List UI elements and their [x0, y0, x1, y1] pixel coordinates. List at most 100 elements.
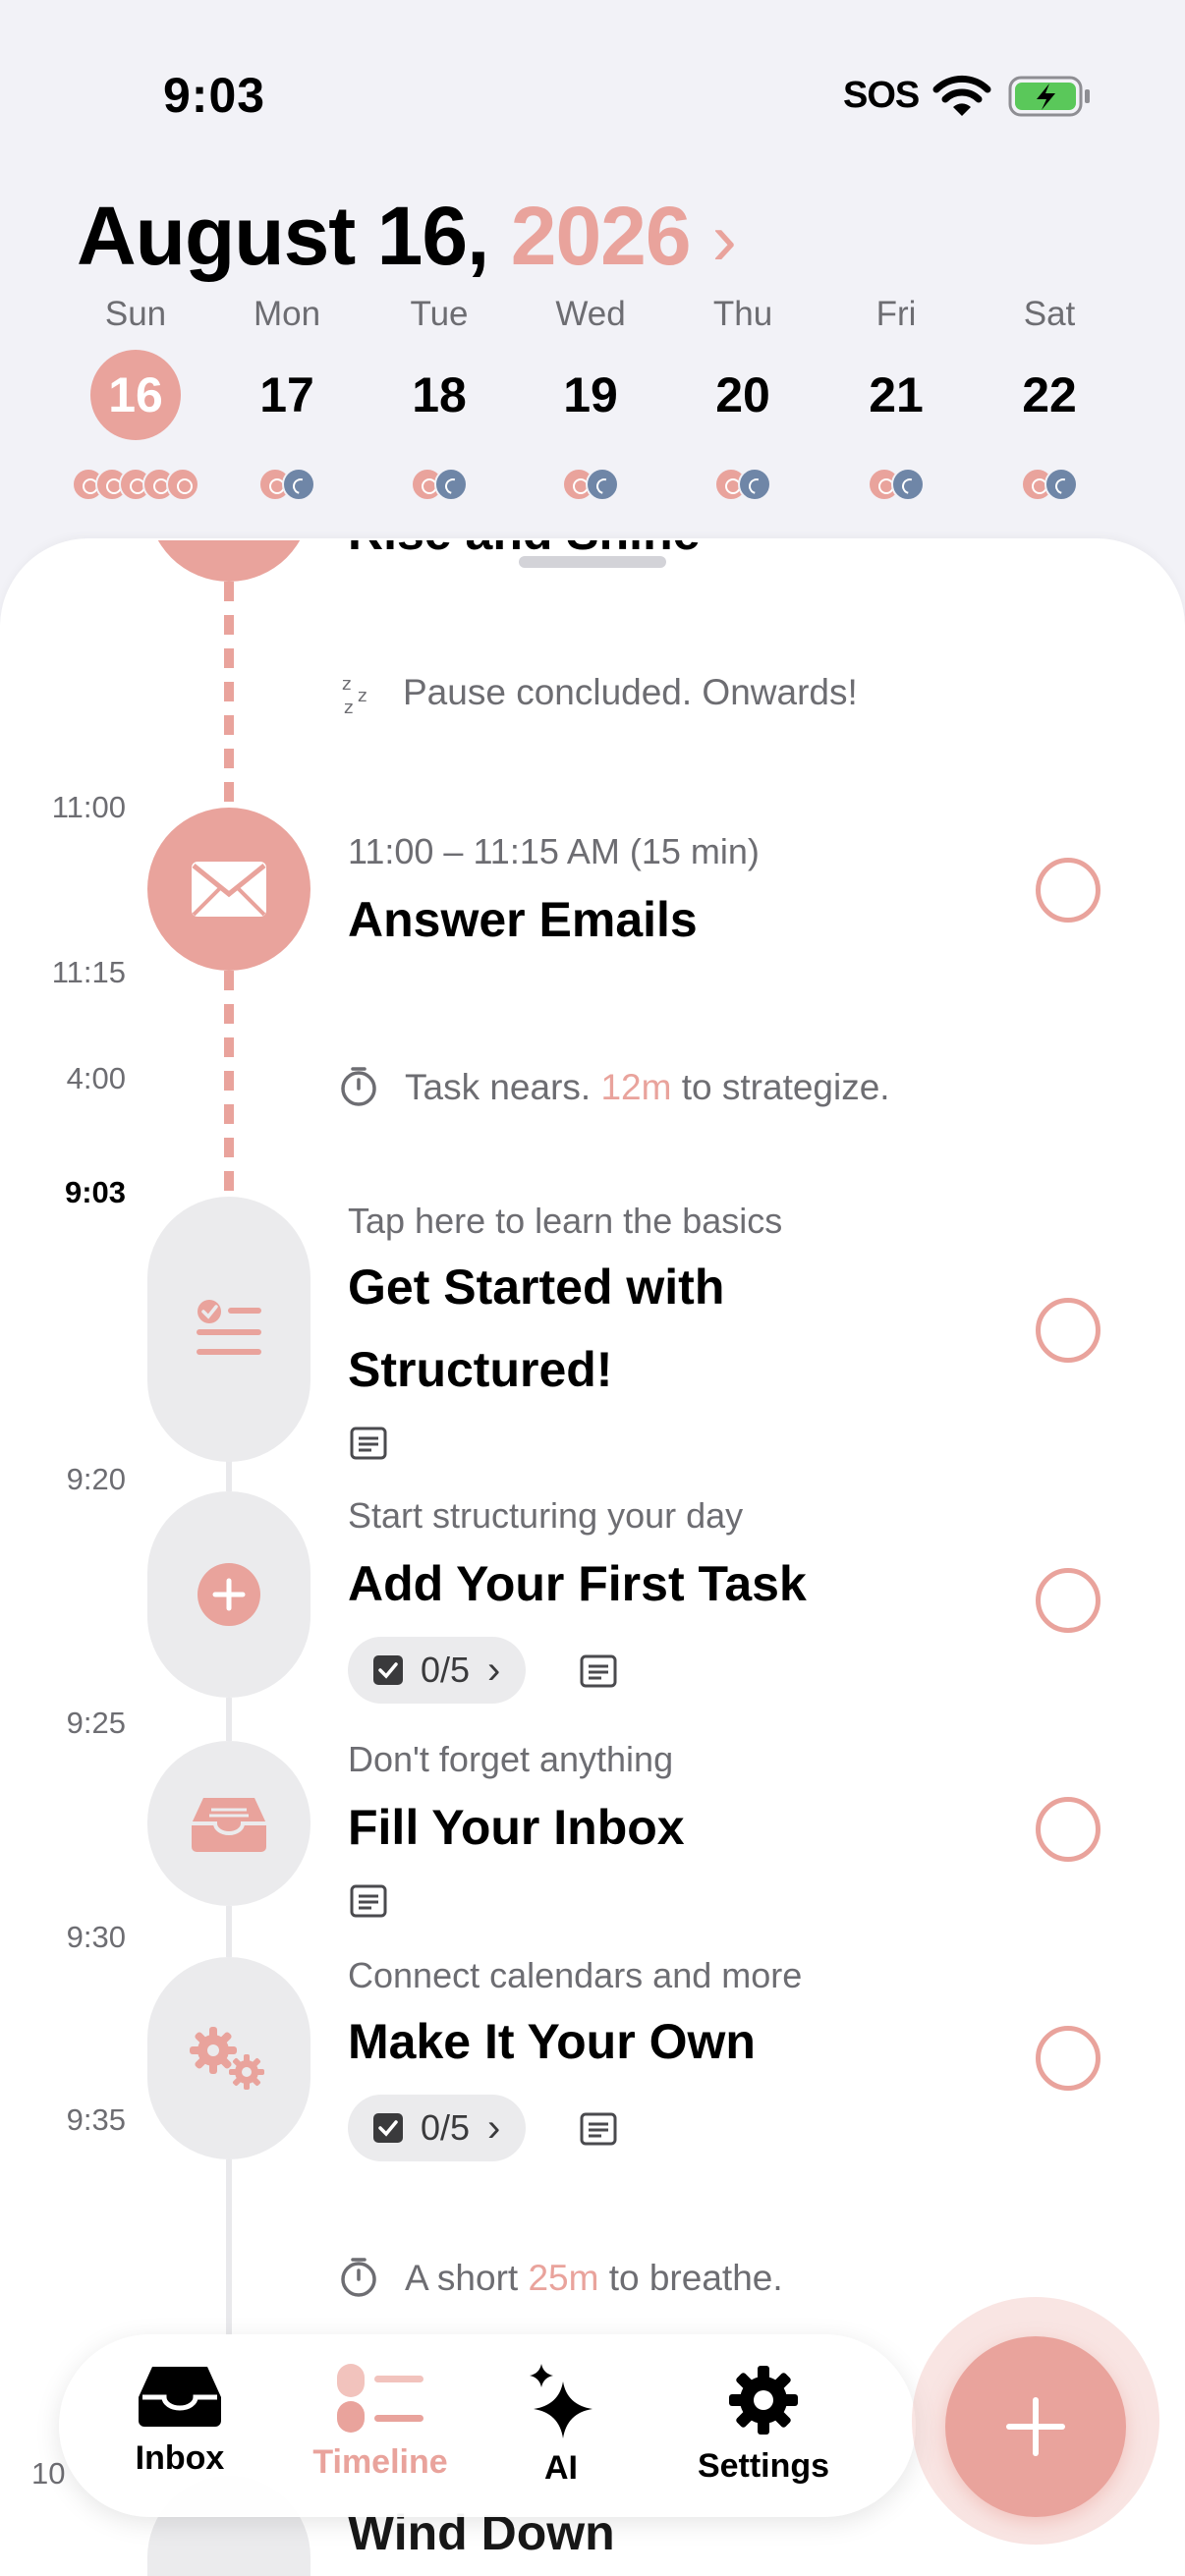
tab-label: Inbox [135, 2439, 225, 2477]
day-thu[interactable]: Thu 20 [674, 291, 812, 501]
timeline-line-done [224, 971, 234, 1197]
plus-icon [1006, 2397, 1065, 2456]
month-day-label: August 16, [77, 190, 489, 282]
day-fri[interactable]: Fri 21 [827, 291, 965, 501]
task-title[interactable]: Get Started with [348, 1246, 724, 1328]
chevron-right-icon: › [487, 1648, 501, 1692]
task-title[interactable]: Add Your First Task [348, 1542, 807, 1625]
plus-circle-icon [198, 1563, 260, 1626]
day-name: Tue [410, 295, 469, 333]
gears-icon [190, 2027, 264, 2090]
day-name: Fri [875, 295, 917, 333]
sparkles-icon [530, 2364, 592, 2438]
task-complete-checkbox[interactable] [1036, 1298, 1100, 1363]
inbox-icon [139, 2367, 221, 2427]
day-task-dots [258, 468, 315, 501]
day-number: 17 [259, 367, 314, 422]
tab-settings[interactable]: Settings [670, 2364, 857, 2486]
time-label: 9:20 [66, 1462, 126, 1496]
day-wed[interactable]: Wed 19 [522, 291, 659, 501]
time-label: 11:15 [51, 955, 126, 989]
day-number: 20 [715, 367, 770, 422]
inbox-tray-icon [192, 1798, 266, 1852]
timeline-line [226, 2159, 232, 2336]
task-complete-checkbox[interactable] [1036, 858, 1100, 923]
tab-inbox[interactable]: Inbox [86, 2364, 273, 2478]
day-task-dots [714, 468, 771, 501]
subtasks-count: 0/5 [421, 1650, 471, 1690]
gear-icon [729, 2366, 798, 2435]
time-label: 9:35 [66, 2102, 126, 2137]
day-number: 18 [412, 367, 467, 422]
note-icon [350, 1884, 387, 1918]
day-number: 16 [90, 350, 181, 440]
day-name: Mon [253, 295, 321, 333]
email-task-icon[interactable] [147, 808, 310, 971]
day-sun[interactable]: Sun 16 [67, 291, 204, 501]
day-tue[interactable]: Tue 18 [370, 291, 508, 501]
task-title[interactable]: Make It Your Own [348, 2000, 756, 2083]
day-number: 19 [563, 367, 618, 422]
envelope-icon [192, 862, 266, 917]
time-label: 11:00 [51, 790, 126, 824]
day-task-dots [1021, 468, 1078, 501]
day-mon[interactable]: Mon 17 [218, 291, 356, 501]
note-icon [580, 2112, 617, 2146]
task-time-range: 11:00 – 11:15 AM (15 min) [348, 831, 760, 871]
task-subtitle: Connect calendars and more [348, 1955, 803, 1995]
day-name: Sat [1023, 295, 1076, 333]
tab-label: Settings [697, 2447, 830, 2485]
checkbox-checked-icon [373, 2113, 403, 2143]
svg-text:z: z [344, 698, 353, 717]
timer-icon [341, 1067, 376, 1106]
add-task-button[interactable] [945, 2336, 1126, 2517]
tab-bar: Inbox Timeline AI Settings [59, 2334, 916, 2517]
pause-message: Pause concluded. Onwards! [403, 672, 858, 712]
day-sat[interactable]: Sat 22 [981, 291, 1118, 501]
get-started-task-icon[interactable] [147, 1197, 310, 1462]
pause-message: Task nears. 12m to strategize. [405, 1067, 890, 1107]
customize-task-icon[interactable] [147, 1957, 310, 2159]
task-complete-checkbox[interactable] [1036, 1797, 1100, 1862]
task-title[interactable]: Fill Your Inbox [348, 1786, 685, 1869]
day-number: 22 [1022, 367, 1077, 422]
week-strip: Sun 16 Mon 17 Tue 18 Wed 19 Thu 20 Fri 2… [0, 291, 1185, 517]
day-task-dots [72, 468, 199, 501]
task-title[interactable]: Answer Emails [348, 878, 698, 961]
day-number: 21 [869, 367, 924, 422]
wifi-icon [932, 75, 991, 116]
time-label: 10 [31, 2456, 66, 2491]
note-icon [350, 1427, 387, 1460]
timer-icon [341, 2258, 376, 2297]
status-carrier: SOS [843, 75, 920, 116]
day-name: Wed [555, 295, 626, 333]
chevron-right-icon: › [487, 2105, 501, 2150]
chevron-right-icon: › [711, 197, 737, 281]
time-label: 9:30 [66, 1920, 126, 1954]
first-task-icon[interactable] [147, 1491, 310, 1698]
month-title[interactable]: August 16, 2026 › [77, 189, 737, 284]
task-subtitle: Don't forget anything [348, 1739, 674, 1779]
tab-timeline[interactable]: Timeline [287, 2364, 474, 2482]
tab-label: Timeline [312, 2443, 448, 2481]
subtasks-chip[interactable]: 0/5 › [348, 1637, 527, 1704]
current-time-label: 9:03 [64, 1175, 126, 1209]
inbox-task-icon[interactable] [147, 1741, 310, 1906]
timeline-line [226, 1906, 232, 1957]
day-task-dots [868, 468, 925, 501]
tab-ai[interactable]: AI [468, 2364, 654, 2488]
pause-message: A short 25m to breathe. [405, 2258, 783, 2298]
day-task-dots [411, 468, 468, 501]
task-complete-checkbox[interactable] [1036, 2026, 1100, 2091]
checkbox-checked-icon [373, 1655, 403, 1685]
subtasks-chip[interactable]: 0/5 › [348, 2095, 527, 2161]
timeline-icon [337, 2364, 423, 2433]
battery-charging-icon [1008, 76, 1090, 117]
timeline-line [226, 1698, 232, 1741]
task-title-line2[interactable]: Structured! [348, 1328, 612, 1411]
task-subtitle: Tap here to learn the basics [348, 1201, 783, 1241]
svg-text:z: z [342, 674, 351, 695]
sheet-grabber[interactable] [519, 556, 666, 568]
time-label: 4:00 [66, 1061, 126, 1095]
task-complete-checkbox[interactable] [1036, 1568, 1100, 1633]
